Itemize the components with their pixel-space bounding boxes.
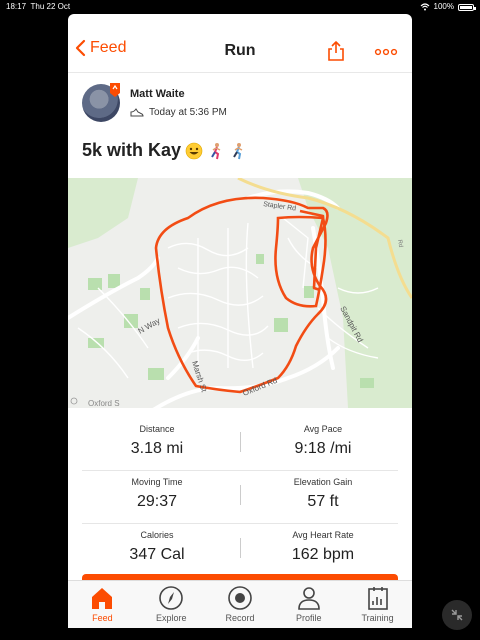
activity-title: 5k with Kay [82, 140, 247, 161]
chevron-left-icon [75, 39, 86, 57]
stat-label: Avg Heart Rate [292, 530, 354, 540]
tab-label: Explore [155, 613, 187, 623]
route-map[interactable]: Stapler Rd N Way Oxford Rd Sandpit Rd Ma… [68, 176, 412, 430]
stat-row: Moving Time 29:37 Elevation Gain 57 ft [82, 471, 398, 524]
stat-value: 9:18 /mi [294, 440, 352, 457]
activity-time: Today at 5:36 PM [149, 107, 227, 118]
stat-row: Calories 347 Cal Avg Heart Rate 162 bpm [82, 524, 398, 576]
activity-card: Feed Run Matt Waite Today at 5:36 PM 5k … [68, 14, 412, 628]
stat-avg-heart-rate: Avg Heart Rate 162 bpm [248, 530, 398, 564]
home-icon [92, 588, 113, 609]
tab-explore[interactable]: Explore [137, 581, 206, 628]
stat-label: Distance [139, 424, 175, 434]
stat-avg-pace: Avg Pace 9:18 /mi [248, 424, 398, 458]
stat-label: Moving Time [131, 477, 183, 487]
runner-emoji-icon-2 [233, 142, 243, 159]
profile-icon [297, 587, 320, 610]
subscriber-badge-icon [110, 83, 120, 97]
tab-profile[interactable]: Profile [274, 581, 343, 628]
stat-row: Distance 3.18 mi Avg Pace 9:18 /mi [82, 418, 398, 471]
status-time-date: 18:17 Thu 22 Oct [6, 1, 70, 13]
shoe-icon [130, 107, 144, 116]
stat-value: 3.18 mi [130, 440, 184, 457]
activity-meta: Today at 5:36 PM [130, 107, 227, 118]
share-icon[interactable] [326, 40, 346, 62]
tab-feed[interactable]: Feed [68, 581, 137, 628]
tab-label: Training [361, 613, 394, 623]
back-button[interactable]: Feed [74, 39, 126, 57]
back-label: Feed [90, 39, 127, 56]
runner-emoji-icon [211, 142, 221, 159]
stat-label: Calories [140, 530, 174, 540]
stat-calories: Calories 347 Cal [82, 530, 232, 564]
collapse-arrows-icon [451, 609, 463, 621]
tab-label: Record [225, 613, 255, 623]
athlete-header: Matt Waite Today at 5:36 PM [82, 83, 402, 132]
map-label-bottom: Oxford S [88, 399, 120, 408]
more-icon[interactable] [374, 48, 398, 56]
stat-moving-time: Moving Time 29:37 [82, 477, 232, 511]
stat-value: 162 bpm [291, 546, 355, 563]
stat-value: 29:37 [136, 493, 178, 510]
status-bar: 18:17 Thu 22 Oct 100% [0, 0, 480, 14]
status-time: 18:17 [6, 2, 27, 11]
status-date: Thu 22 Oct [30, 2, 71, 11]
battery-icon [458, 3, 476, 11]
training-icon [367, 587, 388, 610]
collapse-button[interactable] [442, 600, 472, 630]
map-canvas: Stapler Rd N Way Oxford Rd Sandpit Rd Ma… [68, 176, 412, 430]
status-right: 100% [420, 1, 476, 13]
record-icon [228, 586, 252, 610]
stat-label: Avg Pace [303, 424, 343, 434]
stat-divider [240, 538, 241, 558]
tab-training[interactable]: Training [343, 581, 412, 628]
nav-bar: Feed Run [68, 14, 412, 73]
wifi-icon [420, 3, 429, 11]
tab-record[interactable]: Record [206, 581, 275, 628]
tab-label: Feed [92, 613, 113, 623]
stat-divider [240, 485, 241, 505]
compass-icon [159, 586, 183, 610]
stat-distance: Distance 3.18 mi [82, 424, 232, 458]
stat-elevation-gain: Elevation Gain 57 ft [248, 477, 398, 511]
stat-value: 347 Cal [129, 546, 185, 563]
stat-value: 57 ft [307, 493, 339, 510]
stat-label: Elevation Gain [293, 477, 353, 487]
tab-bar: Feed Explore Record Profile Training [68, 580, 412, 628]
tab-label: Profile [296, 613, 322, 623]
stats-grid: Distance 3.18 mi Avg Pace 9:18 /mi Movin… [82, 418, 398, 576]
avatar[interactable] [82, 83, 120, 122]
stat-divider [240, 432, 241, 452]
activity-title-text: 5k with Kay [82, 140, 182, 160]
athlete-name[interactable]: Matt Waite [130, 88, 185, 100]
battery-percent: 100% [433, 2, 454, 11]
smiley-emoji-icon [185, 142, 203, 159]
